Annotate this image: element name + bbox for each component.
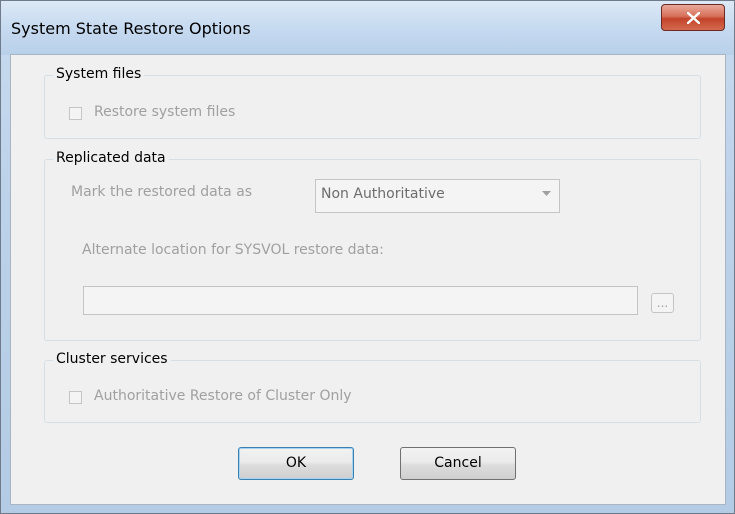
window-title: System State Restore Options — [11, 19, 251, 38]
mark-restored-data-combobox[interactable]: Non Authoritative — [315, 179, 560, 213]
restore-system-files-label: Restore system files — [94, 104, 236, 120]
close-x-icon — [687, 12, 700, 24]
dialog-window: System State Restore Options System file… — [0, 0, 735, 514]
restore-system-files-checkbox[interactable] — [69, 107, 82, 120]
cluster-services-group-title: Cluster services — [53, 351, 171, 367]
system-files-group-title: System files — [53, 66, 145, 82]
ok-button[interactable]: OK — [238, 447, 354, 480]
browse-button-label: ... — [656, 296, 669, 310]
authoritative-restore-cluster-checkbox[interactable] — [69, 391, 82, 404]
mark-restored-data-value: Non Authoritative — [321, 186, 445, 202]
replicated-data-group: Replicated data Mark the restored data a… — [44, 150, 701, 341]
close-button[interactable] — [661, 4, 725, 31]
sysvol-location-input[interactable] — [83, 286, 638, 315]
dialog-client-area: System files Restore system files Replic… — [10, 54, 726, 505]
cancel-button-label: Cancel — [434, 455, 482, 471]
ok-button-label: OK — [285, 455, 307, 471]
authoritative-restore-cluster-label: Authoritative Restore of Cluster Only — [94, 388, 352, 404]
mark-restored-data-label: Mark the restored data as — [71, 184, 253, 200]
replicated-data-group-title: Replicated data — [53, 150, 169, 166]
title-bar[interactable]: System State Restore Options — [1, 1, 734, 55]
cluster-services-group: Cluster services Authoritative Restore o… — [44, 351, 701, 423]
browse-button[interactable]: ... — [651, 293, 674, 313]
cancel-button[interactable]: Cancel — [400, 447, 516, 480]
sysvol-location-label: Alternate location for SYSVOL restore da… — [82, 242, 384, 258]
chevron-down-icon — [542, 191, 551, 196]
system-files-group: System files Restore system files — [44, 66, 701, 139]
